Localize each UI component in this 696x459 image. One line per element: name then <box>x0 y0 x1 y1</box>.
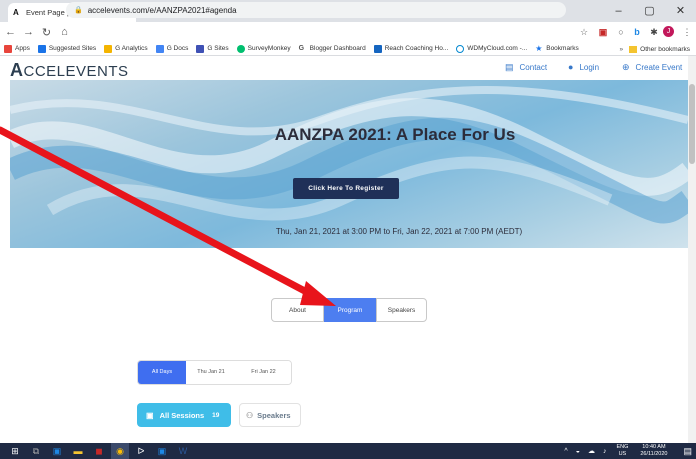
apps-grid-icon <box>4 44 12 53</box>
site-header: ACCELEVENTS ▤ Contact ● Login ⊕ Create Even… <box>0 56 688 80</box>
accelevents-logo[interactable]: ACCELEVENTS <box>10 60 129 81</box>
lock-icon: 🔒 <box>74 7 83 14</box>
bing-icon <box>37 44 46 53</box>
event-title: AANZPA 2021: A Place For Us <box>274 125 516 144</box>
bookmarks-bar: Apps Suggested Sites G Analytics G Docs … <box>0 42 696 56</box>
other-bookmarks[interactable]: » Other bookmarks <box>620 42 690 56</box>
url-text: accelevents.com/e/AANZPA2021#agenda <box>87 5 237 15</box>
surveymonkey-icon <box>236 44 245 53</box>
bookmark-g-sites[interactable]: G Sites <box>196 44 229 53</box>
google-g-icon: G <box>298 44 305 52</box>
analytics-icon <box>104 44 113 53</box>
bookmark-surveymonkey[interactable]: SurveyMonkey <box>236 44 291 53</box>
bookmark-blogger[interactable]: G Blogger Dashboard <box>299 45 366 53</box>
sessions-count: 19 <box>212 411 220 419</box>
drive-icon <box>155 44 164 53</box>
event-date: Thu, Jan 21, 2021 at 3:00 PM to Fri, Jan… <box>275 227 523 236</box>
app-b-icon[interactable]: ᐅ <box>132 443 150 459</box>
wave-background-image <box>10 86 688 224</box>
contact-link[interactable]: ▤ Contact <box>505 62 547 73</box>
pdf-extension-icon[interactable]: ▣ <box>596 24 610 40</box>
forward-icon[interactable]: → <box>21 26 36 38</box>
bookmark-reach-coaching[interactable]: Reach Coaching Ho... <box>373 44 448 53</box>
plus-circle-icon: ⊕ <box>622 62 630 72</box>
create-event-link[interactable]: ⊕ Create Event <box>622 62 682 73</box>
day-thu-jan-21[interactable]: Thu Jan 21 <box>186 361 236 384</box>
bookmark-bookmarks[interactable]: ★ Bookmarks <box>535 43 579 53</box>
bookmark-wdmycloud[interactable]: WDMyCloud.com -... <box>456 44 527 53</box>
menu-icon[interactable]: ⋮ <box>680 24 694 40</box>
bookmark-apps[interactable]: Apps <box>4 44 30 53</box>
minimize-icon[interactable]: – <box>603 0 634 22</box>
chevron-more-icon[interactable]: » <box>620 46 624 53</box>
back-icon[interactable]: ← <box>3 26 18 38</box>
folder-icon <box>629 45 638 53</box>
reload-icon[interactable]: ↻ <box>39 26 54 39</box>
address-bar-row: ← → ↻ ⌂ <box>0 22 696 42</box>
contact-card-icon: ▤ <box>505 62 514 72</box>
network-icon[interactable]: ◒ <box>576 448 580 455</box>
onedrive-icon[interactable]: ☁ <box>588 447 595 455</box>
bookmark-g-docs[interactable]: G Docs <box>155 44 188 53</box>
day-fri-jan-22[interactable]: Fri Jan 22 <box>236 361 291 384</box>
extension-icon[interactable]: ○ <box>614 24 628 40</box>
page-scrollbar[interactable] <box>688 56 696 443</box>
clock[interactable]: 10:40 AM 26/11/2020 <box>640 444 667 458</box>
puzzle-icon[interactable]: ✱ <box>647 24 661 40</box>
url-input[interactable]: 🔒 accelevents.com/e/AANZPA2021#agenda <box>66 2 566 18</box>
outlook-icon[interactable]: ▣ <box>48 443 66 459</box>
chevron-up-icon[interactable]: ^ <box>564 448 567 455</box>
outlook-2-icon[interactable]: ▣ <box>153 443 171 459</box>
notifications-icon[interactable]: ▤ <box>683 446 692 457</box>
calendar-icon: ▣ <box>146 410 154 420</box>
bookmark-star-icon[interactable]: ☆ <box>577 24 591 40</box>
star-icon: ★ <box>535 43 543 53</box>
tab-about[interactable]: About <box>271 298 324 322</box>
event-section-tabs: About Program Speakers <box>271 298 427 322</box>
system-tray: ^ ◒ ☁ ♪ ENG US 10:40 AM 26/11/2020 ▤ <box>560 443 696 459</box>
all-sessions-button[interactable]: ▣ All Sessions 19 <box>137 403 231 427</box>
register-button[interactable]: Click Here To Register <box>293 178 399 199</box>
language-indicator[interactable]: ENG US <box>616 444 628 458</box>
day-filter: All Days Thu Jan 21 Fri Jan 22 <box>137 360 292 385</box>
access-icon[interactable]: ◼ <box>90 443 108 459</box>
profile-avatar-icon[interactable]: J <box>663 26 674 37</box>
maximize-icon[interactable]: ▢ <box>634 0 665 22</box>
people-icon: ⚇ <box>246 410 254 420</box>
day-all[interactable]: All Days <box>138 361 186 384</box>
word-icon[interactable]: W <box>174 443 192 459</box>
window-controls: – ▢ ✕ <box>603 0 696 22</box>
user-icon: ● <box>568 62 574 72</box>
speakers-filter-button[interactable]: ⚇ Speakers <box>239 403 301 427</box>
extension-b-icon[interactable]: b <box>630 24 644 40</box>
windows-start-icon[interactable]: ⊞ <box>6 443 24 459</box>
tab-speakers[interactable]: Speakers <box>376 298 427 322</box>
home-icon[interactable]: ⌂ <box>57 26 72 38</box>
close-window-icon[interactable]: ✕ <box>665 0 696 22</box>
reach-icon <box>373 44 382 53</box>
file-explorer-icon[interactable]: ▬ <box>69 443 87 459</box>
bookmark-g-analytics[interactable]: G Analytics <box>104 44 148 53</box>
event-hero-banner: AANZPA 2021: A Place For Us Click Here T… <box>10 80 688 248</box>
bookmark-suggested-sites[interactable]: Suggested Sites <box>37 44 96 53</box>
cloud-icon <box>456 44 465 53</box>
task-view-icon[interactable]: ⧉ <box>27 443 45 459</box>
login-link[interactable]: ● Login <box>568 62 599 72</box>
chrome-icon[interactable]: ◉ <box>111 443 129 459</box>
accelevents-favicon-icon: A <box>13 8 19 17</box>
scrollbar-thumb[interactable] <box>689 84 695 164</box>
volume-icon[interactable]: ♪ <box>603 448 607 455</box>
windows-taskbar: ⊞ ⧉ ▣ ▬ ◼ ◉ ᐅ ▣ W ^ ◒ ☁ ♪ ENG US 10:40 AM… <box>0 443 696 459</box>
tab-program[interactable]: Program <box>324 298 376 322</box>
sites-icon <box>196 44 205 53</box>
